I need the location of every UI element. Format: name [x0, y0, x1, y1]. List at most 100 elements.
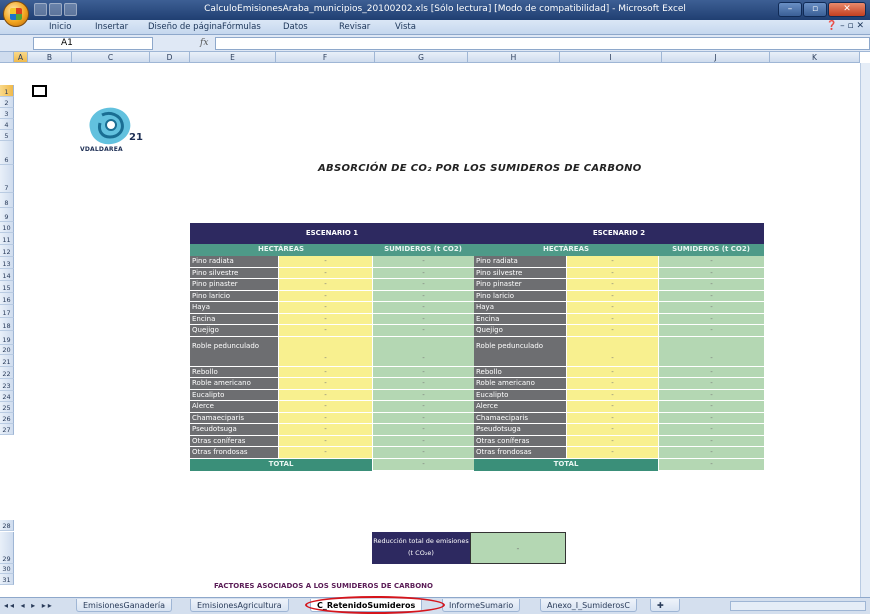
column-header[interactable]: G [375, 52, 468, 63]
undo-icon[interactable] [49, 3, 62, 16]
row-header[interactable]: 2 [0, 97, 14, 108]
column-header[interactable]: K [770, 52, 860, 63]
hectares-input[interactable]: - [278, 313, 372, 325]
row-header[interactable]: 25 [0, 402, 14, 413]
row-header[interactable]: 19 [0, 331, 14, 345]
row-header[interactable]: 20 [0, 345, 14, 355]
column-header[interactable]: F [276, 52, 375, 63]
column-header[interactable]: D [150, 52, 190, 63]
column-header[interactable]: E [190, 52, 276, 63]
row-header[interactable]: 9 [0, 208, 14, 222]
office-button[interactable] [3, 1, 29, 27]
hectares-input[interactable]: - [278, 401, 372, 413]
row-header[interactable]: 26 [0, 413, 14, 424]
hectares-input[interactable]: - [278, 256, 372, 268]
hectares-input[interactable]: - [278, 435, 372, 447]
hectares-input[interactable]: - [566, 302, 658, 314]
row-header[interactable]: 24 [0, 391, 14, 402]
hectares-input[interactable]: - [566, 290, 658, 302]
row-header[interactable]: 13 [0, 257, 14, 269]
hectares-input[interactable]: - [278, 366, 372, 378]
column-header[interactable]: I [560, 52, 662, 63]
tab-diseno[interactable]: Diseño de página [148, 22, 222, 32]
row-header[interactable]: 29 [0, 532, 14, 564]
hectares-input[interactable]: - [566, 267, 658, 279]
tab-revisar[interactable]: Revisar [339, 22, 370, 32]
row-header[interactable]: 3 [0, 108, 14, 119]
hectares-input[interactable]: - [566, 424, 658, 436]
minimize-button[interactable]: – [778, 2, 802, 17]
column-header[interactable]: J [662, 52, 770, 63]
row-header[interactable]: 16 [0, 293, 14, 305]
column-header[interactable]: B [28, 52, 72, 63]
row-header[interactable]: 8 [0, 193, 14, 208]
fx-icon[interactable]: fx [200, 38, 208, 48]
help-icon[interactable]: ❓ – ▫ ✕ [826, 21, 864, 31]
sheet-tab-emisionesagricultura[interactable]: EmisionesAgricultura [190, 599, 289, 612]
row-header[interactable]: 15 [0, 281, 14, 293]
tab-insertar[interactable]: Insertar [95, 22, 128, 32]
row-header[interactable]: 4 [0, 119, 14, 130]
row-header[interactable]: 12 [0, 245, 14, 257]
vertical-scrollbar[interactable] [860, 63, 870, 597]
hectares-input[interactable]: - [566, 447, 658, 459]
horizontal-scrollbar[interactable] [730, 601, 866, 611]
hectares-input[interactable]: - [278, 378, 372, 390]
hectares-input[interactable]: - [278, 325, 372, 337]
row-header[interactable]: 21 [0, 355, 14, 367]
row-header[interactable]: 27 [0, 424, 14, 435]
column-header[interactable]: C [72, 52, 150, 63]
sheet-tab-informesumario[interactable]: InformeSumario [442, 599, 521, 612]
tab-datos[interactable]: Datos [283, 22, 308, 32]
hectares-input[interactable]: - [278, 412, 372, 424]
hectares-input[interactable]: - [566, 401, 658, 413]
hectares-input[interactable]: - [566, 279, 658, 291]
maximize-button[interactable]: ▫ [803, 2, 827, 17]
row-header[interactable]: 11 [0, 233, 14, 245]
save-icon[interactable] [34, 3, 47, 16]
hectares-input[interactable]: - [566, 412, 658, 424]
reduction-value[interactable]: - [470, 532, 566, 564]
name-box[interactable]: A1 [33, 37, 153, 50]
row-header[interactable]: 7 [0, 165, 14, 193]
hectares-input[interactable]: - [566, 435, 658, 447]
row-header[interactable]: 14 [0, 269, 14, 281]
redo-icon[interactable] [64, 3, 77, 16]
row-header[interactable]: 28 [0, 520, 14, 531]
hectares-input[interactable]: - [566, 256, 658, 268]
sheet-tab-emisionesganaderia[interactable]: EmisionesGanadería [76, 599, 173, 612]
hectares-input[interactable]: - [566, 389, 658, 401]
column-header[interactable]: A [14, 52, 28, 63]
column-header[interactable]: H [468, 52, 560, 63]
hectares-input[interactable]: - [566, 325, 658, 337]
row-header[interactable]: 18 [0, 318, 14, 331]
hectares-input[interactable]: - [278, 279, 372, 291]
row-header[interactable]: 6 [0, 141, 14, 165]
row-header[interactable]: 30 [0, 564, 14, 574]
tab-formulas[interactable]: Fórmulas [222, 22, 261, 32]
hectares-input[interactable]: - [278, 447, 372, 459]
hectares-input[interactable]: - [278, 267, 372, 279]
insert-sheet-icon[interactable]: ✚ [650, 599, 680, 612]
tab-inicio[interactable]: Inicio [49, 22, 72, 32]
row-header[interactable]: 31 [0, 574, 14, 585]
hectares-input[interactable]: - [566, 336, 658, 367]
hectares-input[interactable]: - [566, 366, 658, 378]
hectares-input[interactable]: - [278, 424, 372, 436]
sheet-nav-buttons[interactable]: ◂◂ ◂ ▸ ▸▸ [4, 601, 54, 610]
hectares-input[interactable]: - [278, 389, 372, 401]
hectares-input[interactable]: - [278, 290, 372, 302]
tab-vista[interactable]: Vista [395, 22, 416, 32]
close-button[interactable]: ✕ [828, 2, 866, 17]
hectares-input[interactable]: - [566, 313, 658, 325]
row-header[interactable]: 22 [0, 367, 14, 379]
sheet-tab-anexo-i-sumideros[interactable]: Anexo_I_SumiderosC [540, 599, 637, 612]
hectares-input[interactable]: - [278, 336, 372, 367]
row-header[interactable]: 5 [0, 130, 14, 141]
select-all-corner[interactable] [0, 52, 14, 63]
row-header[interactable]: 1 [0, 85, 14, 97]
hectares-input[interactable]: - [278, 302, 372, 314]
formula-input[interactable] [215, 37, 870, 50]
row-header[interactable]: 17 [0, 305, 14, 318]
row-header[interactable]: 10 [0, 222, 14, 233]
